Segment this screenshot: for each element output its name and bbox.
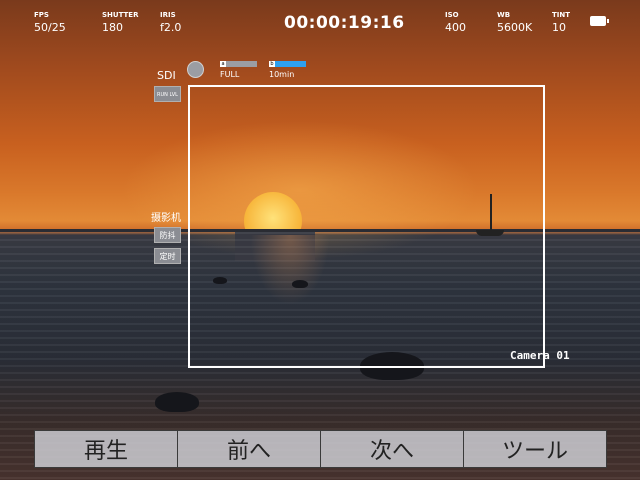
output-label: SDI (157, 69, 176, 82)
run-level-button[interactable]: RUN LVL (154, 86, 181, 102)
previous-button[interactable]: 前へ (178, 431, 321, 467)
fps-readout[interactable]: FPS 50/25 (34, 11, 66, 34)
fps-value: 50/25 (34, 21, 66, 34)
iris-label: IRIS (160, 11, 176, 19)
camera-mode-label: 摄影机 (151, 213, 181, 224)
surfer-silhouette (155, 392, 199, 412)
tint-label: TINT (552, 11, 571, 19)
iso-value: 400 (445, 21, 466, 34)
iris-value: f2.0 (160, 21, 182, 34)
play-button[interactable]: 再生 (35, 431, 178, 467)
shutter-readout[interactable]: SHUTTER 180 (102, 11, 139, 34)
tools-button[interactable]: ツール (464, 431, 606, 467)
media-slot-a-bar: a (220, 61, 257, 67)
tint-value: 10 (552, 21, 566, 34)
camera-name: Camera 01 (510, 349, 570, 362)
wb-value: 5600K (497, 21, 533, 34)
battery-icon (590, 16, 609, 26)
media-slot-a-status: FULL (220, 70, 240, 79)
timecode: 00:00:19:16 (284, 13, 405, 33)
iris-readout[interactable]: IRIS f2.0 (160, 11, 182, 34)
media-slot-a-tag: a (220, 61, 226, 67)
tint-readout[interactable]: TINT 10 (552, 11, 571, 34)
wb-readout[interactable]: WB 5600K (497, 11, 533, 34)
fps-label: FPS (34, 11, 49, 19)
media-slot-b-remaining: 10min (269, 70, 295, 79)
shutter-label: SHUTTER (102, 11, 139, 19)
record-button[interactable] (187, 61, 204, 78)
next-button[interactable]: 次へ (321, 431, 464, 467)
iso-readout[interactable]: ISO 400 (445, 11, 466, 34)
stabilization-button[interactable]: 防抖 (154, 227, 181, 243)
frame-guide (188, 85, 545, 368)
shutter-value: 180 (102, 21, 123, 34)
wb-label: WB (497, 11, 511, 19)
media-slot-b-bar: b (269, 61, 306, 67)
bottom-toolbar: 再生 前へ 次へ ツール (34, 430, 607, 468)
media-slot-b-tag: b (269, 61, 275, 67)
timer-button[interactable]: 定时 (154, 248, 181, 264)
iso-label: ISO (445, 11, 459, 19)
